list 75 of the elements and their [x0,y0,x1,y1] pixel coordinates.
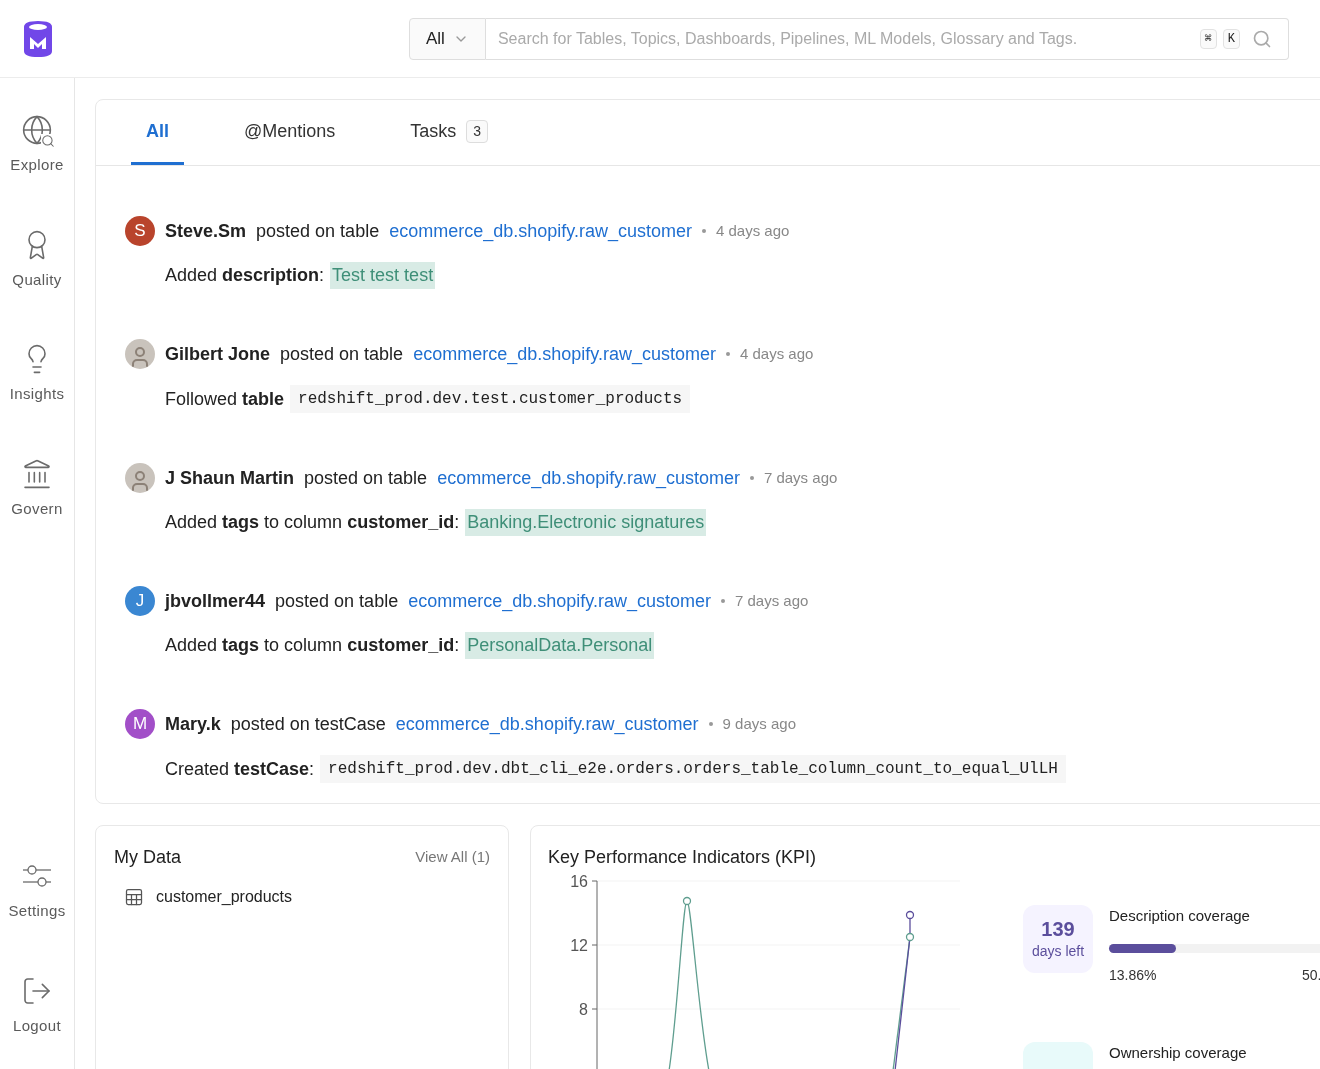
code-snippet: redshift_prod.dev.test.customer_products [290,385,691,413]
activity-message: Followed table [165,387,285,411]
shortcut-key: K [1222,28,1240,49]
axis-label: 16 [570,873,588,890]
dot-separator-icon [701,229,706,233]
avatar [125,339,155,369]
avatar: J [125,586,155,616]
sidebar-item[interactable]: Logout [0,966,74,1045]
code-snippet: redshift_prod.dev.dbt_cli_e2e.orders.orders_table_column_count_to_equal_UlLH [320,755,1066,783]
dot-separator-icon [749,476,754,480]
card-title: My Data [114,846,182,869]
axis-label: 12 [570,937,588,954]
search-icon[interactable] [1252,28,1272,49]
landmark-icon [21,457,53,490]
author-name[interactable]: Steve.Sm [165,217,247,245]
card-title: Key Performance Indicators (KPI) [548,846,818,869]
axis-label: 8 [579,1001,588,1018]
tag-chip: Banking.Electronic signatures [465,509,707,536]
days-left-card: 139 days left [1023,905,1093,973]
avatar [125,463,155,493]
sidebar-item[interactable]: Quality [0,220,74,299]
action-text: posted on table [275,589,399,613]
author-name[interactable]: jbvollmer44 [165,587,266,615]
shortcut-key: ⌘ [1199,28,1217,49]
avatar: S [125,216,155,246]
search-input[interactable]: Search for Tables, Topics, Dashboards, Pipelines, ML Models, Glossary and Tags. [485,18,1200,59]
activity-message: Added tags to column customer_id: [165,511,460,534]
entity-link[interactable]: ecommerce_db.shopify.raw_customer [395,710,699,738]
entity-link[interactable]: ecommerce_db.shopify.raw_customer [413,340,716,368]
sidebar-item[interactable]: Govern [0,449,74,528]
author-name[interactable]: J Shaun Martin [165,464,294,492]
sidebar-item[interactable]: Settings [0,852,74,931]
timestamp: 4 days ago [715,220,790,241]
data-point [682,896,692,906]
action-text: posted on table [304,466,428,490]
author-name[interactable]: Gilbert Jone [165,340,271,368]
view-all-link[interactable]: View All (1) [415,846,490,869]
metric-label: Description coverage [1109,906,1251,926]
feed-tab[interactable]: All [131,100,184,165]
timestamp: 7 days ago [763,467,838,488]
metric-label: Ownership coverage [1109,1042,1248,1063]
count-badge: 3 [466,119,489,143]
dot-separator-icon [725,352,730,356]
sidebar-item[interactable]: Insights [0,335,74,414]
timestamp: 7 days ago [734,590,809,611]
target-value: 50. [1302,965,1320,985]
current-value: 13.86% [1109,965,1158,985]
entity-link[interactable]: ecommerce_db.shopify.raw_customer [408,587,711,615]
action-text: posted on table [256,219,380,243]
timestamp: 9 days ago [722,713,796,734]
data-point [905,910,915,920]
feed-tab[interactable]: @Mentions [229,100,351,165]
logo-icon [22,20,54,57]
tag-chip: PersonalData.Personal [465,632,655,659]
activity-message: Added tags to column customer_id: [165,634,460,657]
table-icon [124,887,144,907]
author-name[interactable]: Mary.k [165,710,221,738]
action-text: posted on testCase [230,712,386,736]
activity-message: Added description: [165,264,325,287]
data-asset-link[interactable]: customer_products [156,885,293,909]
globe-search-icon [21,114,53,146]
activity-message: Created testCase: [165,757,315,781]
sidebar-item[interactable]: Explore [0,106,74,185]
dot-separator-icon [720,599,725,603]
search-field[interactable]: Search for Tables, Topics, Dashboards, Pipelines, ML Models, Glossary and Tags. ⌘ K [485,17,1289,60]
timestamp: 4 days ago [739,343,814,364]
scope-dropdown[interactable]: All [409,17,486,60]
avatar: M [125,709,155,739]
entity-link[interactable]: ecommerce_db.shopify.raw_customer [437,464,740,492]
feed-tab[interactable]: Tasks 3 [395,100,504,165]
dot-separator-icon [708,722,713,726]
action-text: posted on table [280,342,404,366]
entity-link[interactable]: ecommerce_db.shopify.raw_customer [389,217,692,245]
tag-chip: Test test test [330,262,436,289]
data-point [905,932,915,942]
